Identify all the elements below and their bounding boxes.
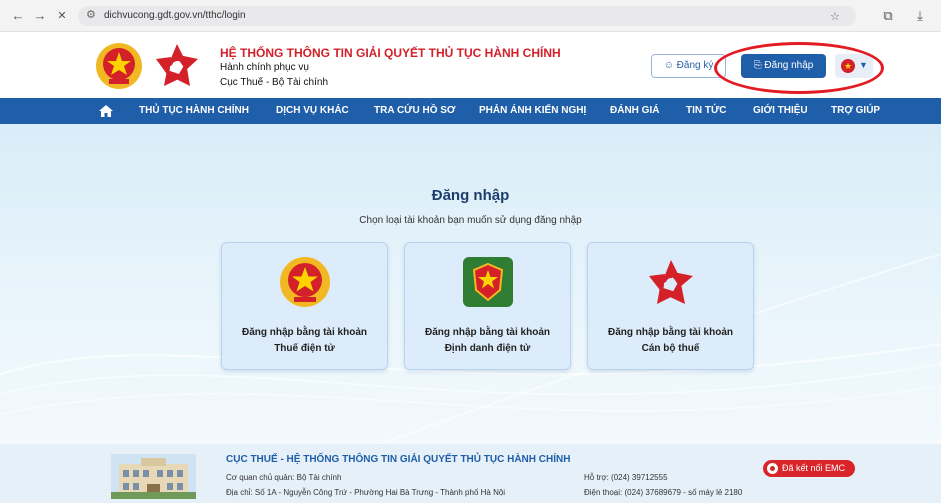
stop-reload-icon[interactable]: ✕: [54, 8, 70, 24]
bookmark-star-icon[interactable]: ☆: [830, 10, 840, 23]
building-photo: [111, 454, 196, 499]
card-label-line1: Đăng nhập bằng tài khoản: [424, 327, 550, 338]
footer-phone: Điện thoại: (024) 37689679 - số máy lẻ 2…: [584, 488, 743, 497]
tax-department-logo: [156, 44, 198, 86]
login-section: Đăng nhập Chọn loại tài khoản bạn muốn s…: [0, 124, 941, 444]
site-info-icon[interactable]: ⚙: [86, 9, 99, 22]
emc-badge[interactable]: Đã kết nối EMC: [763, 460, 855, 477]
extensions-icon[interactable]: ⧉: [880, 8, 896, 24]
menu-item-file-lookup[interactable]: TRA CỨU HỒ SƠ: [374, 105, 455, 116]
main-navigation: THỦ TỤC HÀNH CHÍNH DỊCH VỤ KHÁC TRA CỨU …: [0, 98, 941, 124]
back-icon[interactable]: ←: [10, 8, 26, 24]
menu-item-news[interactable]: TIN TỨC: [686, 105, 727, 116]
national-emblem-icon: [280, 257, 330, 307]
login-button[interactable]: ⎘ Đăng nhập: [741, 54, 826, 78]
card-label-line2: Thuế điện tử: [274, 343, 335, 354]
menu-item-help[interactable]: TRỢ GIÚP: [831, 105, 880, 116]
language-selector[interactable]: ▼: [835, 54, 873, 78]
forward-icon[interactable]: →: [32, 8, 48, 24]
emc-icon: [767, 463, 778, 474]
card-label-line2: Cán bộ thuế: [641, 343, 700, 354]
national-emblem-logo: [96, 43, 142, 89]
login-card-tax-e-account[interactable]: Đăng nhập bằng tài khoản Thuế điện tử: [221, 242, 388, 370]
footer-title: CỤC THUẾ - HỆ THỐNG THÔNG TIN GIẢI QUYẾT…: [226, 454, 571, 465]
system-title: HỆ THỐNG THÔNG TIN GIẢI QUYẾT THỦ TỤC HÀ…: [220, 46, 561, 60]
vietnam-flag-icon: [841, 59, 855, 73]
user-icon: ☺: [663, 60, 677, 71]
download-icon[interactable]: ⤓: [912, 8, 928, 24]
register-button[interactable]: ☺ Đăng ký: [651, 54, 726, 78]
card-label-line2: Định danh điện tử: [444, 343, 531, 354]
page-title: Đăng nhập: [431, 187, 510, 204]
page-subtitle: Chọn loại tài khoản bạn muốn sử dụng đăn…: [359, 215, 582, 226]
chevron-down-icon: ▼: [859, 60, 868, 70]
footer-agency: Cơ quan chủ quản: Bộ Tài chính: [226, 473, 342, 482]
card-label-line1: Đăng nhập bằng tài khoản: [607, 327, 733, 338]
menu-item-other-services[interactable]: DỊCH VỤ KHÁC: [276, 105, 349, 116]
home-icon[interactable]: [98, 103, 114, 119]
browser-toolbar: ← → ✕ ⚙ dichvucong.gdt.gov.vn/tthc/login…: [0, 0, 941, 32]
menu-item-about[interactable]: GIỚI THIỆU: [753, 105, 808, 116]
menu-item-rating[interactable]: ĐÁNH GIÁ: [610, 105, 659, 116]
menu-item-feedback[interactable]: PHẢN ÁNH KIẾN NGHỊ: [479, 105, 586, 116]
login-card-digital-id[interactable]: Đăng nhập bằng tài khoản Định danh điện …: [404, 242, 571, 370]
card-label-line1: Đăng nhập bằng tài khoản: [241, 327, 367, 338]
menu-item-procedures[interactable]: THỦ TỤC HÀNH CHÍNH: [139, 105, 249, 116]
tax-department-icon: [649, 260, 693, 304]
police-badge-icon: [463, 257, 513, 307]
footer-support: Hỗ trợ: (024) 39712555: [584, 473, 668, 482]
login-card-tax-officer[interactable]: Đăng nhập bằng tài khoản Cán bộ thuế: [587, 242, 754, 370]
url-text: dichvucong.gdt.gov.vn/tthc/login: [104, 10, 246, 21]
footer-address: Địa chỉ: Số 1A - Nguyễn Công Trứ - Phườn…: [226, 488, 506, 497]
system-slogan: Hành chính phục vụ: [220, 62, 309, 73]
agency-name: Cục Thuế - Bộ Tài chính: [220, 77, 329, 88]
login-icon: ⎘: [753, 60, 765, 71]
address-bar[interactable]: ⚙ dichvucong.gdt.gov.vn/tthc/login ☆: [78, 6, 856, 26]
